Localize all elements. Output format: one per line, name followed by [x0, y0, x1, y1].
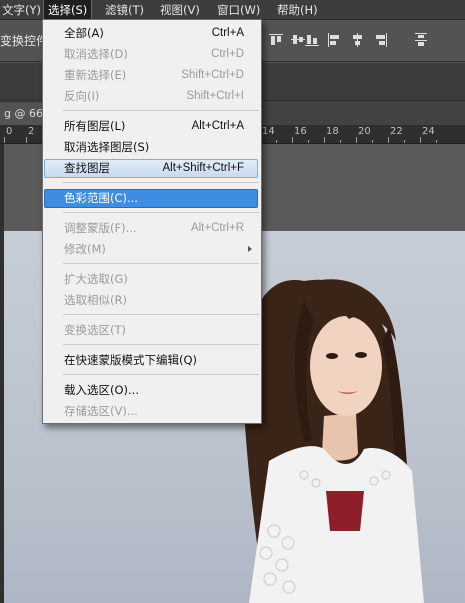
menu-item-grow[interactable]: 扩大选取(G) — [43, 269, 261, 290]
menu-item-label: 反向(I) — [64, 89, 100, 103]
menu-item-label: 查找图层 — [64, 161, 110, 175]
ruler-label: 0 — [6, 126, 13, 137]
menu-item-transform-selection[interactable]: 变换选区(T) — [43, 320, 261, 341]
menu-item-label: 载入选区(O)... — [64, 383, 139, 397]
submenu-arrow-icon — [248, 246, 252, 252]
menu-view[interactable]: 视图(V) — [156, 0, 204, 20]
menu-item-save-selection[interactable]: 存储选区(V)... — [43, 401, 261, 422]
ruler-tick — [388, 137, 389, 143]
menu-separator — [63, 374, 259, 375]
menu-type[interactable]: 文字(Y) — [0, 0, 45, 20]
distribute-top-icon[interactable] — [413, 32, 429, 48]
ruler-label: 2 — [28, 126, 35, 137]
ruler-tick — [4, 137, 5, 143]
menu-item-shortcut: Ctrl+A — [211, 27, 244, 39]
menu-separator — [63, 344, 259, 345]
menu-separator — [63, 212, 259, 213]
ruler-label: 22 — [390, 126, 403, 137]
menu-separator — [63, 182, 259, 183]
select-menu-dropdown: 全部(A) Ctrl+A 取消选择(D) Ctrl+D 重新选择(E) Shif… — [42, 19, 262, 424]
menu-item-label: 取消选择图层(S) — [64, 140, 150, 154]
ruler-tick — [420, 137, 421, 143]
align-left-icon[interactable] — [326, 32, 342, 48]
menu-item-label: 存储选区(V)... — [64, 404, 138, 418]
menu-item-label: 重新选择(E) — [64, 68, 127, 82]
menu-item-deselect[interactable]: 取消选择(D) Ctrl+D — [43, 44, 261, 65]
menu-item-label: 色彩范围(C)... — [64, 191, 138, 205]
menu-separator — [63, 314, 259, 315]
menu-select[interactable]: 选择(S) — [43, 0, 93, 20]
menu-item-label: 选取相似(R) — [64, 293, 127, 307]
menu-item-label: 取消选择(D) — [64, 47, 128, 61]
menu-separator — [63, 263, 259, 264]
ruler-tick — [308, 140, 309, 143]
ruler-tick — [404, 140, 405, 143]
show-transform-controls-label[interactable]: 变换控件 — [0, 32, 48, 49]
menu-item-shortcut: Alt+Ctrl+A — [191, 120, 244, 132]
menu-item-similar[interactable]: 选取相似(R) — [43, 290, 261, 311]
menu-item-find-layers[interactable]: 查找图层 Alt+Shift+Ctrl+F — [43, 158, 261, 179]
menu-item-label: 调整蒙版(F)... — [64, 221, 137, 235]
menu-separator — [63, 110, 259, 111]
menu-item-color-range[interactable]: 色彩范围(C)... — [43, 188, 261, 209]
align-horizontal-center-icon[interactable] — [350, 32, 366, 48]
menu-item-label: 在快速蒙版模式下编辑(Q) — [64, 353, 198, 367]
ruler-tick — [372, 140, 373, 143]
menu-item-label: 修改(M) — [64, 242, 106, 256]
menu-item-shortcut: Shift+Ctrl+D — [181, 69, 244, 81]
menu-item-inverse[interactable]: 反向(I) Shift+Ctrl+I — [43, 86, 261, 107]
menu-item-refine-mask[interactable]: 调整蒙版(F)... Alt+Ctrl+R — [43, 218, 261, 239]
menu-item-modify[interactable]: 修改(M) — [43, 239, 261, 260]
align-right-icon[interactable] — [373, 32, 389, 48]
menu-item-all-layers[interactable]: 所有图层(L) Alt+Ctrl+A — [43, 116, 261, 137]
ruler-label: 20 — [358, 126, 371, 137]
align-top-icon[interactable] — [268, 32, 284, 48]
menu-item-quick-mask[interactable]: 在快速蒙版模式下编辑(Q) — [43, 350, 261, 371]
menu-item-label: 所有图层(L) — [64, 119, 126, 133]
menu-item-label: 全部(A) — [64, 26, 104, 40]
menu-item-shortcut: Alt+Ctrl+R — [190, 222, 244, 234]
menu-help[interactable]: 帮助(H) — [273, 0, 322, 20]
ruler-tick — [324, 137, 325, 143]
ruler-label: 14 — [262, 126, 275, 137]
menu-item-deselect-layers[interactable]: 取消选择图层(S) — [43, 137, 261, 158]
menu-item-load-selection[interactable]: 载入选区(O)... — [43, 380, 261, 401]
ruler-label: 16 — [294, 126, 307, 137]
ruler-label: 24 — [422, 126, 435, 137]
menu-item-label: 扩大选取(G) — [64, 272, 128, 286]
ruler-tick — [26, 137, 27, 143]
menu-item-select-all[interactable]: 全部(A) Ctrl+A — [43, 23, 261, 44]
menu-item-shortcut: Alt+Shift+Ctrl+F — [162, 162, 245, 174]
ruler-label: 18 — [326, 126, 339, 137]
menu-filter[interactable]: 滤镜(T) — [101, 0, 148, 20]
ruler-tick — [436, 140, 437, 143]
menu-item-reselect[interactable]: 重新选择(E) Shift+Ctrl+D — [43, 65, 261, 86]
menu-item-label: 变换选区(T) — [64, 323, 126, 337]
menu-bar: 文字(Y) 选择(S) 滤镜(T) 视图(V) 窗口(W) 帮助(H) — [0, 0, 465, 20]
ruler-tick — [340, 140, 341, 143]
align-bottom-icon[interactable] — [304, 32, 320, 48]
menu-item-shortcut: Shift+Ctrl+I — [186, 90, 244, 102]
ruler-tick — [276, 140, 277, 143]
ruler-tick — [292, 137, 293, 143]
ruler-tick — [356, 137, 357, 143]
menu-window[interactable]: 窗口(W) — [213, 0, 264, 20]
menu-item-shortcut: Ctrl+D — [211, 48, 244, 60]
